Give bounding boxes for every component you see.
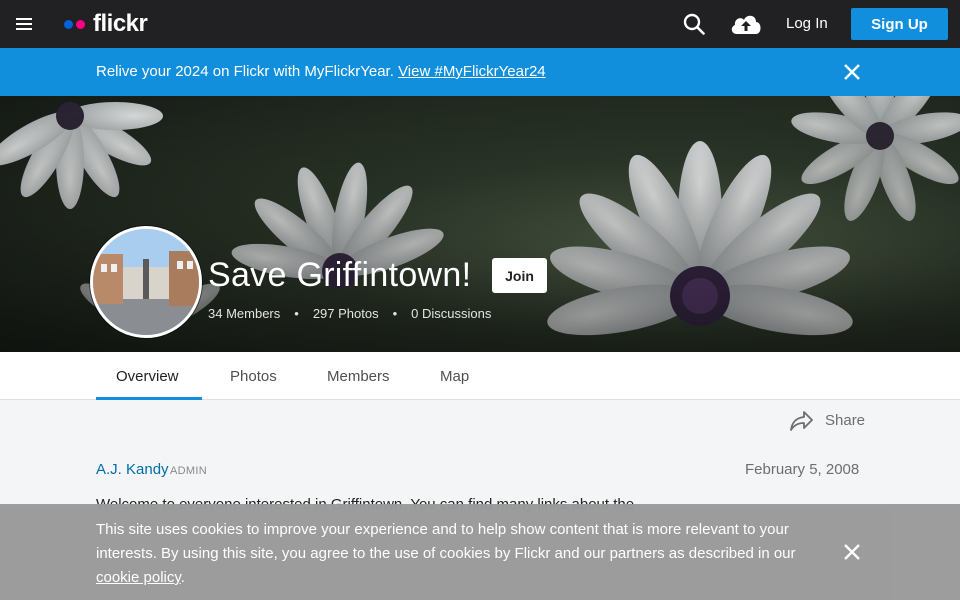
tab-members[interactable]: Members bbox=[327, 368, 390, 385]
share-icon bbox=[790, 411, 813, 431]
admin-badge: ADMIN bbox=[170, 465, 207, 477]
upload-cloud-icon[interactable] bbox=[729, 11, 763, 37]
author-link[interactable]: A.J. Kandy bbox=[96, 461, 169, 478]
promo-banner: Relive your 2024 on Flickr with MyFlickr… bbox=[0, 48, 960, 96]
top-nav: flickr Log In Sign Up bbox=[0, 0, 960, 48]
group-stats: 34 Members • 297 Photos • 0 Discussions bbox=[208, 306, 491, 321]
join-button[interactable]: Join bbox=[492, 258, 547, 293]
stats-separator: • bbox=[392, 306, 398, 321]
logo-pink-dot bbox=[76, 19, 85, 29]
tab-overview[interactable]: Overview bbox=[116, 368, 179, 385]
share-label: Share bbox=[825, 412, 866, 429]
tab-map[interactable]: Map bbox=[440, 368, 469, 385]
flickr-logo[interactable]: flickr bbox=[64, 10, 148, 38]
close-icon[interactable] bbox=[843, 543, 861, 561]
banner-link[interactable]: View #MyFlickrYear24 bbox=[398, 63, 546, 80]
avatar-street-image bbox=[93, 229, 199, 335]
group-title: Save Griffintown! bbox=[208, 256, 472, 294]
photos-count[interactable]: 297 Photos bbox=[313, 306, 379, 321]
cookie-text: This site uses cookies to improve your e… bbox=[96, 521, 796, 562]
logo-wordmark: flickr bbox=[93, 10, 148, 37]
tab-photos[interactable]: Photos bbox=[230, 368, 277, 385]
stats-separator: • bbox=[294, 306, 299, 321]
signup-button[interactable]: Sign Up bbox=[851, 8, 948, 40]
discussions-count[interactable]: 0 Discussions bbox=[411, 306, 491, 321]
share-button[interactable]: Share bbox=[790, 410, 865, 431]
close-icon[interactable] bbox=[843, 63, 861, 81]
group-avatar[interactable] bbox=[90, 226, 202, 338]
search-icon[interactable] bbox=[683, 13, 705, 35]
menu-icon[interactable] bbox=[16, 16, 32, 32]
logo-blue-dot bbox=[64, 19, 73, 29]
post-date: February 5, 2008 bbox=[745, 461, 860, 478]
cookie-suffix: . bbox=[180, 569, 185, 586]
members-count[interactable]: 34 Members bbox=[208, 306, 280, 321]
cookie-message: This site uses cookies to improve your e… bbox=[96, 518, 836, 590]
group-tabs: Overview Photos Members Map bbox=[0, 352, 960, 400]
banner-text: Relive your 2024 on Flickr with MyFlickr… bbox=[96, 63, 394, 80]
login-link[interactable]: Log In bbox=[786, 15, 828, 32]
banner-message: Relive your 2024 on Flickr with MyFlickr… bbox=[96, 63, 546, 80]
cookie-policy-link[interactable]: cookie policy bbox=[96, 569, 181, 586]
cookie-notice: This site uses cookies to improve your e… bbox=[0, 504, 960, 600]
active-tab-indicator bbox=[96, 397, 202, 400]
